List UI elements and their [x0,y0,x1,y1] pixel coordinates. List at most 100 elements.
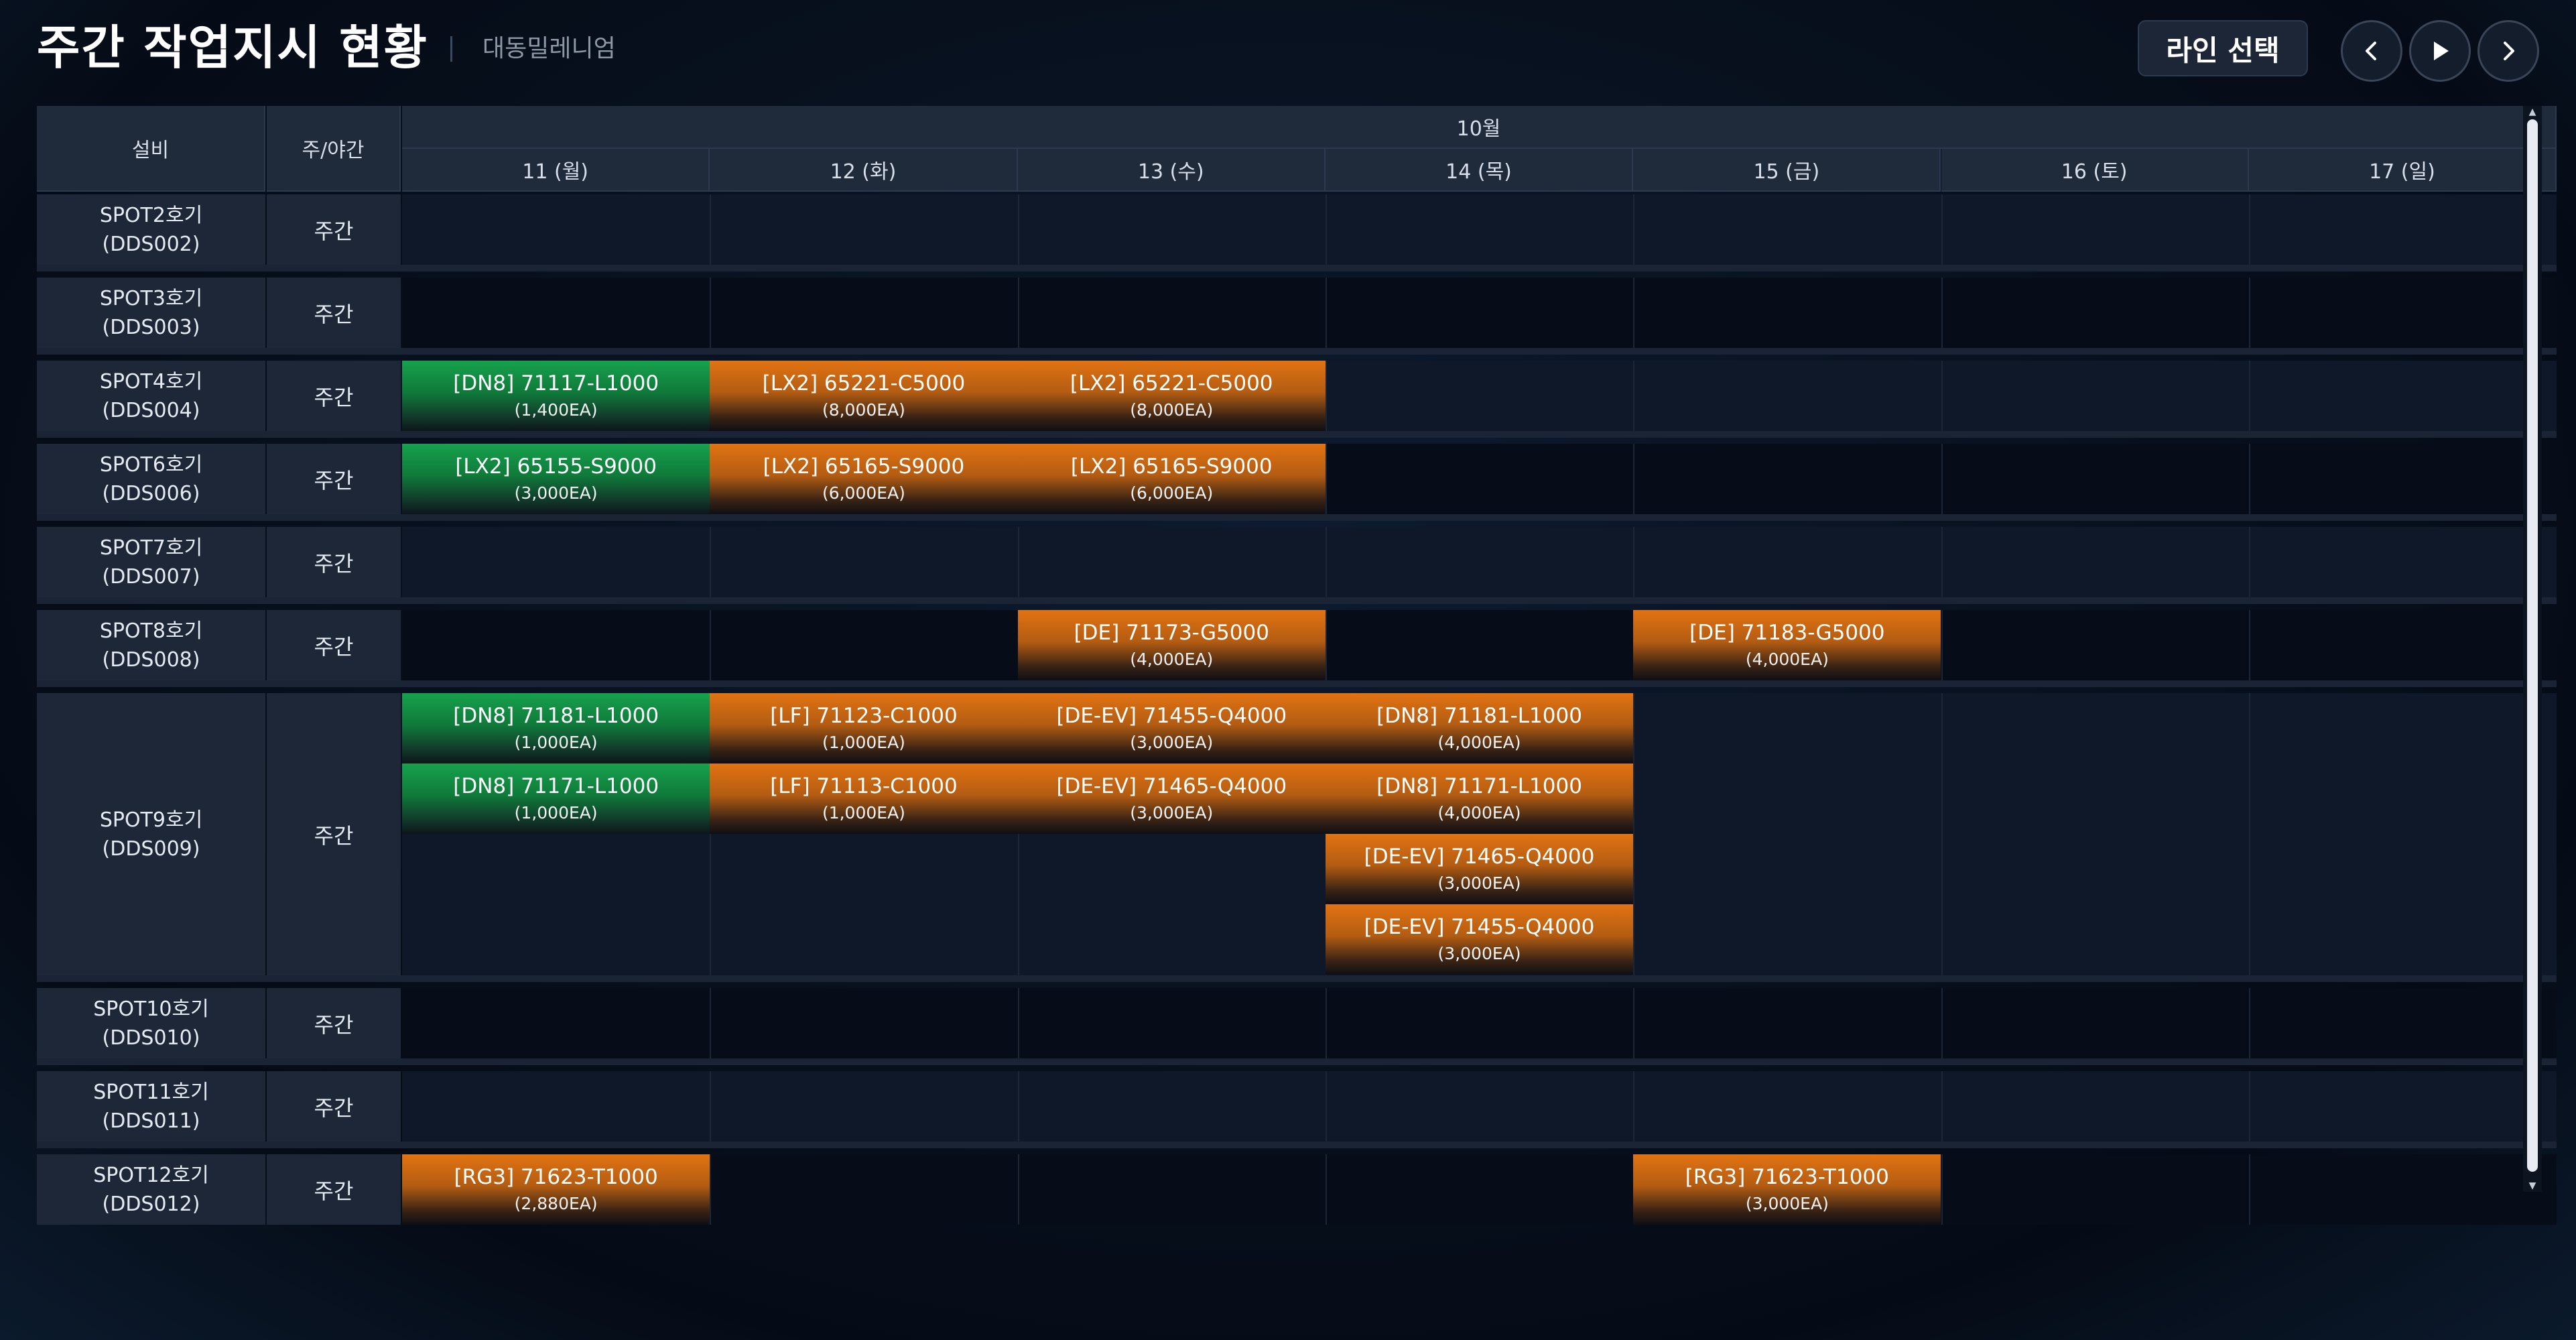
work-order-block[interactable]: [LF] 71123-C1000 (1,000EA) [710,693,1018,764]
day-divider [1633,988,1635,1058]
day-divider [1941,988,1943,1058]
schedule-row [402,194,2557,265]
equipment-code: (DDS006) [102,481,200,505]
day-divider [1633,693,1635,975]
work-order-code: [LF] 71113-C1000 [770,774,958,798]
equipment-cell: SPOT7호기 (DDS007) [37,527,265,597]
day-divider [710,194,712,265]
scroll-thumb[interactable] [2527,119,2538,1172]
work-order-block[interactable]: [LX2] 65221-C5000 (8,000EA) [1017,361,1326,431]
day-divider [2248,1154,2250,1225]
schedule-row [402,278,2557,348]
day-divider [710,1071,712,1142]
schedule-table: 설비 주/야간 10월 11 (월) 12 (화) 13 (수) 14 (목) 15 (… [37,106,2557,1225]
work-order-block[interactable]: [DE-EV] 71465-Q4000 (3,000EA) [1325,834,1634,904]
shift-cell: 주간 [267,1154,401,1225]
shift-header: 주/야간 [267,106,401,192]
title-divider [450,36,452,62]
equipment-code: (DDS003) [102,315,200,339]
work-order-block[interactable]: [DE] 71173-G5000 (4,000EA) [1017,610,1326,680]
work-order-code: [LX2] 65165-S9000 [763,454,965,479]
work-order-code: [LX2] 65221-C5000 [1070,371,1273,395]
shift-cell: 주간 [267,527,401,597]
work-order-block[interactable]: [RG3] 71623-T1000 (2,880EA) [402,1154,710,1225]
day-divider [1941,610,1943,680]
shift-cell: 주간 [267,1071,401,1142]
shift-cell: 주간 [267,988,401,1058]
work-order-block[interactable]: [LX2] 65165-S9000 (6,000EA) [1017,444,1326,514]
work-order-quantity: (4,000EA) [1437,732,1521,752]
work-order-quantity: (1,400EA) [514,400,598,420]
day-divider [1325,988,1327,1058]
day-header: 14 (목) [1325,149,1634,192]
work-order-block[interactable]: [LX2] 65165-S9000 (6,000EA) [710,444,1018,514]
work-order-quantity: (4,000EA) [1437,802,1521,823]
work-order-code: [DE] 71173-G5000 [1074,620,1269,645]
work-order-block[interactable]: [LX2] 65221-C5000 (8,000EA) [710,361,1018,431]
equipment-cell: SPOT8호기 (DDS008) [37,610,265,680]
day-divider [1633,278,1635,348]
work-order-quantity: (1,000EA) [514,732,598,752]
day-header: 11 (월) [402,149,710,192]
day-divider [2248,444,2250,514]
equipment-code: (DDS009) [102,837,200,861]
day-divider [2248,194,2250,265]
work-order-quantity: (4,000EA) [1745,649,1829,669]
equipment-header: 설비 [37,106,265,192]
day-divider [1017,1071,1019,1142]
day-divider [1017,194,1019,265]
equipment-code: (DDS004) [102,398,200,422]
work-order-block[interactable]: [DE] 71183-G5000 (4,000EA) [1633,610,1941,680]
day-divider [1941,361,1943,431]
day-divider [2248,278,2250,348]
vertical-scrollbar[interactable]: ▲ ▼ [2523,106,2542,1192]
work-order-code: [DN8] 71171-L1000 [1376,774,1582,798]
day-divider [1633,1071,1635,1142]
equipment-cell: SPOT10호기 (DDS010) [37,988,265,1058]
work-order-block[interactable]: [DE-EV] 71455-Q4000 (3,000EA) [1017,693,1326,764]
work-order-quantity: (3,000EA) [1130,802,1214,823]
equipment-code: (DDS011) [102,1109,200,1133]
work-order-code: [DN8] 71171-L1000 [453,774,659,798]
equipment-code: (DDS002) [102,232,200,256]
day-divider [1633,444,1635,514]
next-week-button[interactable] [2477,20,2539,82]
day-divider [1941,194,1943,265]
day-divider [710,527,712,597]
work-order-block[interactable]: [LX2] 65155-S9000 (3,000EA) [402,444,710,514]
day-divider [1325,194,1327,265]
play-icon [2434,42,2449,60]
schedule-row [402,1154,2557,1225]
equipment-cell: SPOT9호기 (DDS009) [37,693,265,975]
work-order-block[interactable]: [DN8] 71171-L1000 (4,000EA) [1325,764,1634,834]
work-order-block[interactable]: [RG3] 71623-T1000 (3,000EA) [1633,1154,1941,1225]
shift-cell: 주간 [267,444,401,514]
work-order-quantity: (3,000EA) [1437,943,1521,963]
day-divider [710,988,712,1058]
work-order-block[interactable]: [DE-EV] 71465-Q4000 (3,000EA) [1017,764,1326,834]
play-button[interactable] [2409,20,2471,82]
shift-cell: 주간 [267,194,401,265]
work-order-block[interactable]: [DN8] 71181-L1000 (1,000EA) [402,693,710,764]
work-order-block[interactable]: [DN8] 71117-L1000 (1,400EA) [402,361,710,431]
work-order-block[interactable]: [DN8] 71181-L1000 (4,000EA) [1325,693,1634,764]
header: 주간 작업지시 현황 대동밀레니엄 라인 선택 [0,0,2576,101]
work-order-block[interactable]: [DN8] 71171-L1000 (1,000EA) [402,764,710,834]
schedule-row [402,1071,2557,1142]
day-divider [1017,1154,1019,1225]
work-order-block[interactable]: [LF] 71113-C1000 (1,000EA) [710,764,1018,834]
work-order-code: [LX2] 65155-S9000 [455,454,657,479]
shift-cell: 주간 [267,278,401,348]
prev-week-button[interactable] [2341,20,2402,82]
work-order-block[interactable]: [DE-EV] 71455-Q4000 (3,000EA) [1325,904,1634,975]
scroll-down-arrow-icon[interactable]: ▼ [2527,1181,2538,1191]
line-select-button[interactable]: 라인 선택 [2138,20,2308,76]
shift-cell: 주간 [267,361,401,431]
day-divider [2248,527,2250,597]
shift-cell: 주간 [267,693,401,975]
scroll-up-arrow-icon[interactable]: ▲ [2527,107,2538,117]
row-separator [37,265,2557,271]
day-divider [1325,1154,1327,1225]
row-separator [37,1142,2557,1148]
equipment-cell: SPOT12호기 (DDS012) [37,1154,265,1225]
